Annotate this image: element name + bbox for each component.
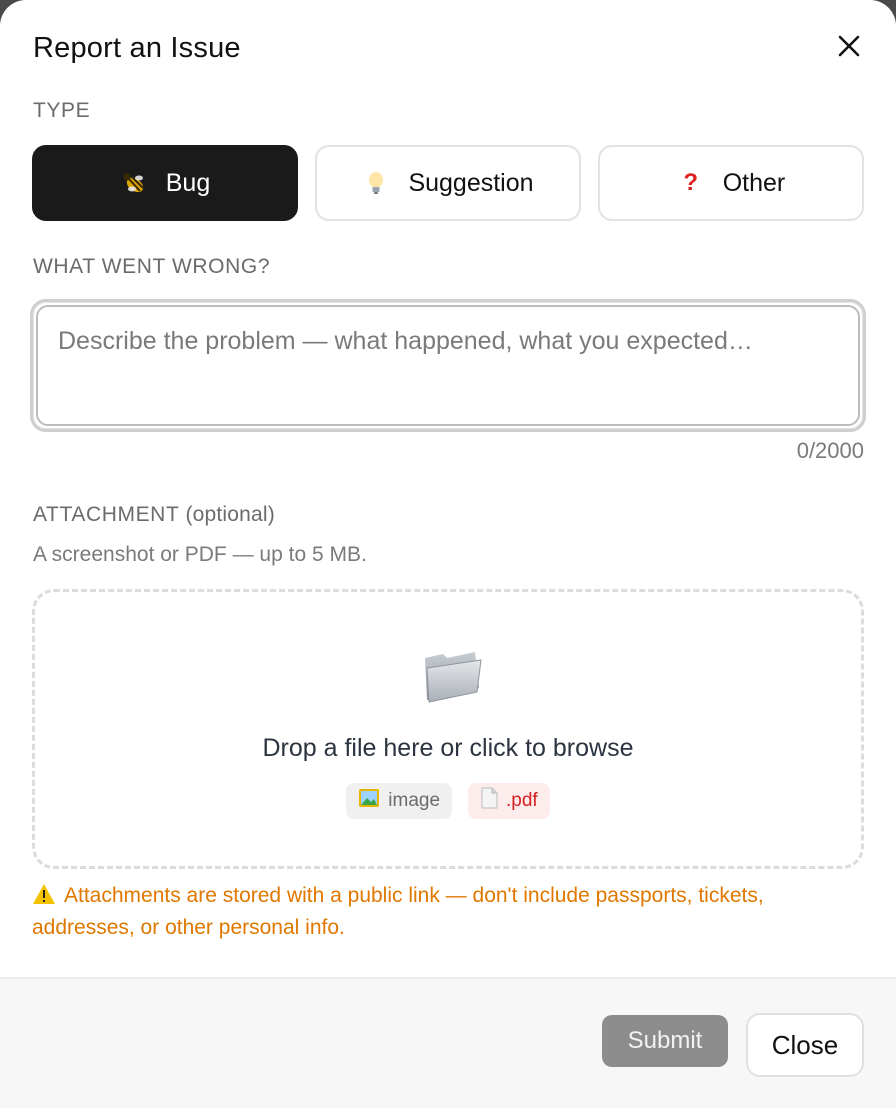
description-field-wrapper [30, 299, 866, 432]
warning-text: Attachments are stored with a public lin… [32, 884, 764, 939]
type-selector: Bug Suggestion ? Other [32, 145, 864, 221]
chip-label: image [388, 790, 441, 811]
attachment-optional-text: (optional) [185, 503, 275, 526]
attachment-label-text: ATTACHMENT [33, 503, 179, 526]
type-option-label: Bug [165, 168, 211, 197]
dialog-footer: Submit Close [0, 977, 896, 1108]
type-option-suggestion[interactable]: Suggestion [315, 145, 581, 221]
dialog-title: Report an Issue [33, 32, 241, 64]
warning-icon [32, 883, 56, 905]
image-icon [358, 788, 380, 814]
close-icon[interactable] [833, 30, 865, 62]
file-type-chip-pdf: .pdf [468, 783, 550, 819]
accepted-file-types: image .pdf [35, 783, 861, 819]
submit-button[interactable]: Submit [602, 1015, 728, 1067]
type-option-bug[interactable]: Bug [32, 145, 298, 221]
attachment-hint: A screenshot or PDF — up to 5 MB. [33, 543, 367, 566]
character-counter: 0/2000 [796, 438, 864, 463]
type-option-label: Suggestion [408, 168, 534, 197]
type-option-other[interactable]: ? Other [598, 145, 864, 221]
question-mark-icon: ? [683, 169, 699, 196]
close-button[interactable]: Close [746, 1013, 864, 1077]
description-label: WHAT WENT WRONG? [33, 255, 271, 278]
privacy-warning: Attachments are stored with a public lin… [32, 880, 852, 944]
report-issue-dialog: Report an Issue TYPE Bug Suggestion ? Ot… [0, 0, 896, 1108]
bug-icon [120, 169, 148, 197]
file-dropzone[interactable]: Drop a file here or click to browse imag… [32, 589, 864, 869]
file-type-chip-image: image [346, 783, 453, 819]
chip-label: .pdf [506, 790, 538, 811]
attachment-label: ATTACHMENT (optional) [33, 503, 275, 527]
type-option-label: Other [722, 168, 786, 197]
type-label: TYPE [33, 99, 91, 122]
dropzone-text: Drop a file here or click to browse [262, 734, 634, 762]
lightbulb-icon [362, 169, 390, 197]
document-icon [480, 787, 498, 815]
folder-icon [421, 644, 483, 704]
description-input[interactable] [36, 305, 860, 426]
dialog-header: Report an Issue [33, 28, 863, 68]
